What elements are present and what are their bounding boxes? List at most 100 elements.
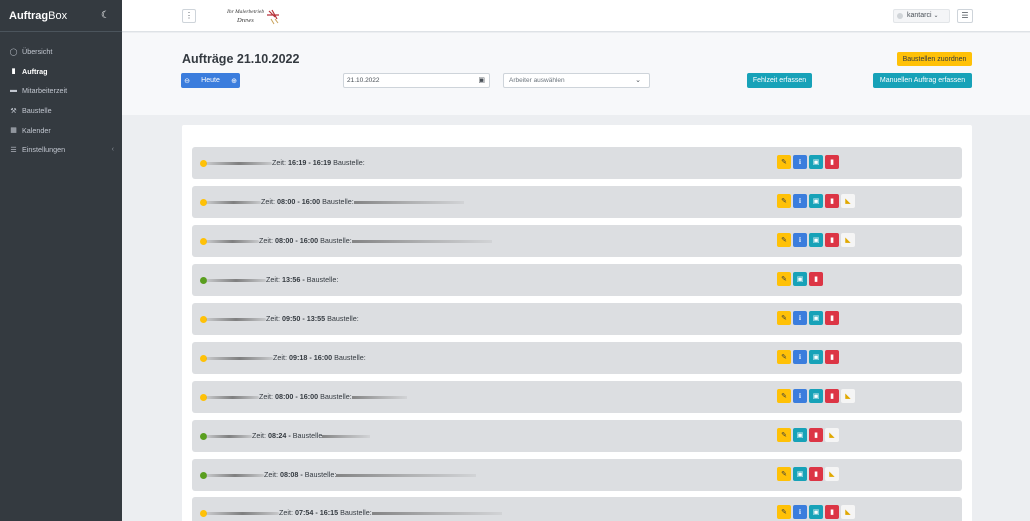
- calendar-icon[interactable]: ▣: [478, 74, 485, 87]
- worker-helmet-icon[interactable]: ◣: [841, 194, 855, 208]
- info-icon[interactable]: i: [793, 389, 807, 403]
- order-row[interactable]: Zeit: 08:00 - 16:00 Baustelle: ✎ i ▣ ▮ ◣: [192, 381, 962, 413]
- order-time: 08:08 -: [279, 470, 303, 479]
- edit-icon[interactable]: ✎: [777, 311, 791, 325]
- order-time: 08:00 - 16:00: [274, 236, 319, 245]
- order-time: 09:50 - 13:55: [281, 314, 326, 323]
- photo-icon[interactable]: ▣: [809, 505, 823, 519]
- avatar: [897, 13, 903, 19]
- edit-icon[interactable]: ✎: [777, 194, 791, 208]
- photo-icon[interactable]: ▣: [793, 467, 807, 481]
- order-row[interactable]: Zeit: 08:08 - Baustelle: ✎ ▣ ▮ ◣: [192, 459, 962, 491]
- trash-icon[interactable]: ▮: [825, 155, 839, 169]
- baustelle-label: Baustelle:: [320, 236, 352, 245]
- info-icon[interactable]: i: [793, 155, 807, 169]
- sidebar-item-label: Baustelle: [22, 106, 52, 116]
- order-text: Zeit: 09:50 - 13:55 Baustelle:: [266, 314, 359, 323]
- info-icon[interactable]: i: [793, 233, 807, 247]
- trash-icon[interactable]: ▮: [825, 389, 839, 403]
- info-icon[interactable]: i: [793, 311, 807, 325]
- sidebar-item-auftrag[interactable]: ▮ Auftrag: [0, 62, 122, 82]
- next-day-icon[interactable]: ⊕: [228, 73, 240, 88]
- order-row[interactable]: Zeit: 09:18 - 16:00 Baustelle: ✎ i ▣ ▮: [192, 342, 962, 374]
- sidebar-item-mitarbeiterzeit[interactable]: ▬ Mitarbeiterzeit: [0, 81, 122, 101]
- list-menu-button[interactable]: ☰: [957, 9, 973, 23]
- worker-name-redacted: [206, 396, 259, 399]
- date-field[interactable]: 21.10.2022 ▣: [343, 73, 490, 88]
- order-time: 09:18 - 16:00: [288, 353, 333, 362]
- edit-icon[interactable]: ✎: [777, 428, 791, 442]
- worker-helmet-icon[interactable]: ◣: [841, 389, 855, 403]
- svg-text:Drews: Drews: [236, 17, 254, 24]
- photo-icon[interactable]: ▣: [793, 272, 807, 286]
- trash-icon[interactable]: ▮: [809, 428, 823, 442]
- baustellen-zuordnen-button[interactable]: Baustellen zuordnen: [897, 52, 972, 66]
- edit-icon[interactable]: ✎: [777, 467, 791, 481]
- photo-icon[interactable]: ▣: [809, 194, 823, 208]
- orders-card: Zeit: 16:19 - 16:19 Baustelle: ✎ i ▣ ▮ Zeit: …: [182, 125, 972, 521]
- photo-icon[interactable]: ▣: [809, 233, 823, 247]
- worker-helmet-icon[interactable]: ◣: [841, 233, 855, 247]
- photo-icon[interactable]: ▣: [809, 350, 823, 364]
- brand: AuftragBox ☾: [0, 0, 122, 32]
- edit-icon[interactable]: ✎: [777, 350, 791, 364]
- photo-icon[interactable]: ▣: [793, 428, 807, 442]
- order-time: 13:56 -: [281, 275, 305, 284]
- trash-icon[interactable]: ▮: [825, 350, 839, 364]
- trash-icon[interactable]: ▮: [825, 311, 839, 325]
- order-row[interactable]: Zeit: 07:54 - 16:15 Baustelle: ✎ i ▣ ▮ ◣: [192, 497, 962, 521]
- row-actions: ✎ ▣ ▮: [777, 272, 825, 286]
- worker-helmet-icon[interactable]: ◣: [825, 428, 839, 442]
- baustelle-label: Baustelle:: [306, 275, 339, 284]
- sidebar-item-einstellungen[interactable]: ☰ Einstellungen ‹: [0, 140, 122, 160]
- row-actions: ✎ i ▣ ▮ ◣: [777, 194, 857, 208]
- edit-icon[interactable]: ✎: [777, 233, 791, 247]
- page-title: Aufträge 21.10.2022: [182, 52, 300, 66]
- fehlzeit-erfassen-button[interactable]: Fehlzeit erfassen: [747, 73, 812, 88]
- order-row[interactable]: Zeit: 09:50 - 13:55 Baustelle: ✎ i ▣ ▮: [192, 303, 962, 335]
- photo-icon[interactable]: ▣: [809, 311, 823, 325]
- worker-helmet-icon[interactable]: ◣: [825, 467, 839, 481]
- trash-icon[interactable]: ▮: [825, 233, 839, 247]
- trash-icon[interactable]: ▮: [809, 467, 823, 481]
- worker-name-redacted: [206, 435, 252, 438]
- baustelle-label: Baustelle:: [322, 197, 354, 206]
- order-row[interactable]: Zeit: 13:56 - Baustelle: ✎ ▣ ▮: [192, 264, 962, 296]
- prev-day-icon[interactable]: ⊖: [181, 73, 193, 88]
- order-row[interactable]: Zeit: 08:24 - Baustelle ✎ ▣ ▮ ◣: [192, 420, 962, 452]
- zeit-label: Zeit:: [279, 508, 293, 517]
- worker-helmet-icon[interactable]: ◣: [841, 505, 855, 519]
- heute-button[interactable]: Heute: [193, 73, 228, 88]
- edit-icon[interactable]: ✎: [777, 155, 791, 169]
- more-menu-button[interactable]: ⋮: [182, 9, 196, 23]
- user-menu-button[interactable]: kantarci ⌄: [893, 9, 950, 23]
- sidebar-item-kalender[interactable]: ▦ Kalender: [0, 120, 122, 140]
- edit-icon[interactable]: ✎: [777, 272, 791, 286]
- sidebar-item-label: Einstellungen: [22, 145, 66, 155]
- baustelle-label: Baustelle:: [327, 314, 359, 323]
- edit-icon[interactable]: ✎: [777, 389, 791, 403]
- svg-text:Ihr Malerbetrieb: Ihr Malerbetrieb: [226, 9, 264, 15]
- order-row[interactable]: Zeit: 08:00 - 16:00 Baustelle: ✎ i ▣ ▮ ◣: [192, 225, 962, 257]
- sidebar-item-uebersicht[interactable]: ◯ Übersicht: [0, 42, 122, 62]
- moon-icon[interactable]: ☾: [101, 10, 110, 21]
- trash-icon[interactable]: ▮: [825, 194, 839, 208]
- sidebar: AuftragBox ☾ ◯ Übersicht ▮ Auftrag ▬ Mit…: [0, 0, 122, 521]
- baustelle-redacted: [336, 473, 477, 477]
- info-icon[interactable]: i: [793, 505, 807, 519]
- info-icon[interactable]: i: [793, 194, 807, 208]
- info-icon[interactable]: i: [793, 350, 807, 364]
- manual-order-button[interactable]: Manuellen Auftrag erfassen: [873, 73, 972, 88]
- worker-select[interactable]: Arbeiter auswählen ⌄: [503, 73, 650, 88]
- photo-icon[interactable]: ▣: [809, 155, 823, 169]
- order-row[interactable]: Zeit: 16:19 - 16:19 Baustelle: ✎ i ▣ ▮: [192, 147, 962, 179]
- sidebar-item-baustelle[interactable]: ⚒ Baustelle: [0, 101, 122, 121]
- order-row[interactable]: Zeit: 08:00 - 16:00 Baustelle: ✎ i ▣ ▮ ◣: [192, 186, 962, 218]
- edit-icon[interactable]: ✎: [777, 505, 791, 519]
- order-time: 07:54 - 16:15: [294, 508, 339, 517]
- order-text: Zeit: 09:18 - 16:00 Baustelle:: [273, 353, 366, 362]
- brand-logo-text[interactable]: AuftragBox: [9, 10, 67, 22]
- trash-icon[interactable]: ▮: [825, 505, 839, 519]
- photo-icon[interactable]: ▣: [809, 389, 823, 403]
- trash-icon[interactable]: ▮: [809, 272, 823, 286]
